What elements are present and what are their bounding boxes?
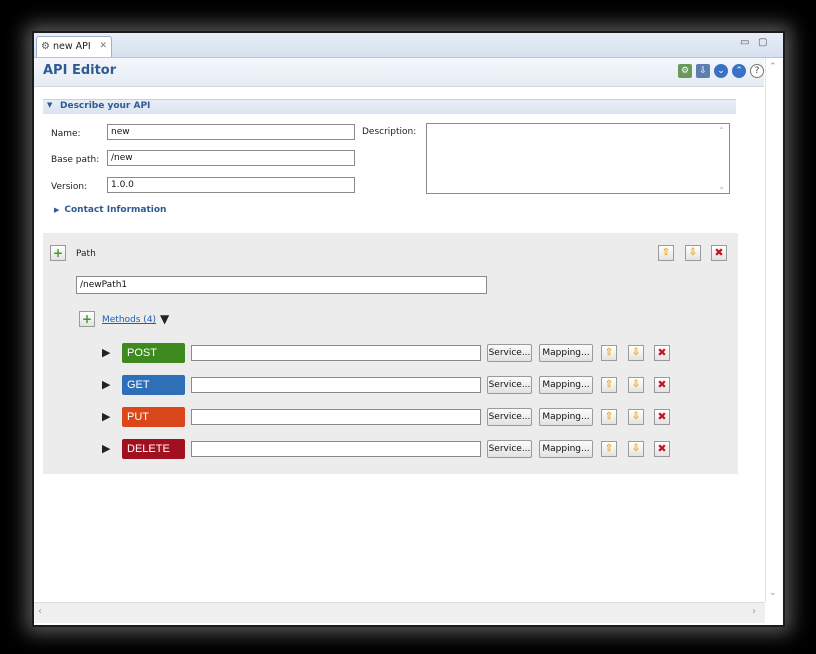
description-field[interactable]: ⌃ ⌄ xyxy=(426,123,730,194)
scroll-left-icon[interactable]: ‹ xyxy=(38,606,42,617)
header-toolbar: ⚙ ⇩ ⌄ ⌃ ? xyxy=(678,64,764,78)
methods-dropdown-icon[interactable]: ▼ xyxy=(160,312,169,326)
method-badge-get: GET xyxy=(122,375,185,395)
maximize-icon[interactable]: ▢ xyxy=(758,37,767,48)
path-label: Path xyxy=(76,249,96,259)
editor-header: API Editor ⚙ ⇩ ⌄ ⌃ ? xyxy=(34,58,764,87)
mapping-button[interactable]: Mapping... xyxy=(539,344,593,362)
generate-icon[interactable]: ⚙ xyxy=(678,64,692,78)
name-field[interactable]: new xyxy=(107,124,355,140)
move-down-button[interactable]: ⇩ xyxy=(628,441,644,457)
method-field[interactable] xyxy=(191,409,481,425)
mapping-button[interactable]: Mapping... xyxy=(539,376,593,394)
scroll-down-icon[interactable]: ⌄ xyxy=(769,588,777,598)
methods-link[interactable]: Methods (4) xyxy=(102,315,156,325)
service-button[interactable]: Service... xyxy=(487,344,532,362)
page-title: API Editor xyxy=(43,63,117,78)
delete-button[interactable]: ✖ xyxy=(654,345,670,361)
move-path-down-button[interactable]: ⇩ xyxy=(685,245,701,261)
expand-triangle-icon[interactable]: ▶ xyxy=(102,410,110,423)
contact-label: Contact Information xyxy=(64,205,167,215)
horizontal-scrollbar[interactable]: ‹ › xyxy=(34,602,765,623)
method-field[interactable] xyxy=(191,345,481,361)
expand-triangle-icon: ▶ xyxy=(54,206,60,214)
tab-new-api[interactable]: ⚙ new API ✕ xyxy=(36,36,112,57)
scroll-up-icon[interactable]: ⌃ xyxy=(769,62,777,72)
expand-all-icon[interactable]: ⌃ xyxy=(732,64,746,78)
describe-api-section[interactable]: ▼ Describe your API xyxy=(43,99,736,114)
vertical-scrollbar[interactable]: ⌃ ⌄ xyxy=(765,58,782,602)
textarea-scroll-up-icon[interactable]: ⌃ xyxy=(718,126,725,135)
expand-triangle-icon[interactable]: ▶ xyxy=(102,378,110,391)
move-down-button[interactable]: ⇩ xyxy=(628,409,644,425)
move-path-up-button[interactable]: ⇧ xyxy=(658,245,674,261)
basepath-field[interactable]: /new xyxy=(107,150,355,166)
move-up-button[interactable]: ⇧ xyxy=(601,377,617,393)
move-up-button[interactable]: ⇧ xyxy=(601,441,617,457)
section-title: Describe your API xyxy=(60,101,151,111)
delete-button[interactable]: ✖ xyxy=(654,441,670,457)
delete-button[interactable]: ✖ xyxy=(654,377,670,393)
method-field[interactable] xyxy=(191,377,481,393)
expand-triangle-icon[interactable]: ▶ xyxy=(102,346,110,359)
add-path-button[interactable]: + xyxy=(50,245,66,261)
basepath-label: Base path: xyxy=(51,155,100,165)
collapse-all-icon[interactable]: ⌄ xyxy=(714,64,728,78)
help-icon[interactable]: ? xyxy=(750,64,764,78)
version-label: Version: xyxy=(51,182,88,192)
tab-bar: ⚙ new API ✕ ▭ ▢ xyxy=(34,33,783,58)
service-button[interactable]: Service... xyxy=(487,376,532,394)
method-field[interactable] xyxy=(191,441,481,457)
move-up-button[interactable]: ⇧ xyxy=(601,409,617,425)
add-method-button[interactable]: + xyxy=(79,311,95,327)
close-icon[interactable]: ✕ xyxy=(99,37,107,56)
scroll-right-icon[interactable]: › xyxy=(752,606,756,617)
description-label: Description: xyxy=(362,127,417,137)
version-field[interactable]: 1.0.0 xyxy=(107,177,355,193)
gear-icon: ⚙ xyxy=(41,41,50,52)
expand-triangle-icon[interactable]: ▶ xyxy=(102,442,110,455)
method-badge-delete: DELETE xyxy=(122,439,185,459)
minimize-icon[interactable]: ▭ xyxy=(740,37,749,48)
method-badge-put: PUT xyxy=(122,407,185,427)
textarea-scroll-down-icon[interactable]: ⌄ xyxy=(718,182,725,191)
mapping-button[interactable]: Mapping... xyxy=(539,408,593,426)
path-field[interactable]: /newPath1 xyxy=(76,276,487,294)
delete-path-button[interactable]: ✖ xyxy=(711,245,727,261)
method-badge-post: POST xyxy=(122,343,185,363)
service-button[interactable]: Service... xyxy=(487,408,532,426)
mapping-button[interactable]: Mapping... xyxy=(539,440,593,458)
editor-window: ⚙ new API ✕ ▭ ▢ API Editor ⚙ ⇩ ⌄ ⌃ ? ⌃ ⌄ … xyxy=(32,31,785,627)
move-down-button[interactable]: ⇩ xyxy=(628,345,644,361)
deploy-icon[interactable]: ⇩ xyxy=(696,64,710,78)
move-down-button[interactable]: ⇩ xyxy=(628,377,644,393)
service-button[interactable]: Service... xyxy=(487,440,532,458)
contact-information-section[interactable]: ▶ Contact Information xyxy=(54,205,166,215)
name-label: Name: xyxy=(51,129,81,139)
move-up-button[interactable]: ⇧ xyxy=(601,345,617,361)
delete-button[interactable]: ✖ xyxy=(654,409,670,425)
tab-title: new API xyxy=(53,41,91,52)
collapse-triangle-icon: ▼ xyxy=(47,101,53,109)
